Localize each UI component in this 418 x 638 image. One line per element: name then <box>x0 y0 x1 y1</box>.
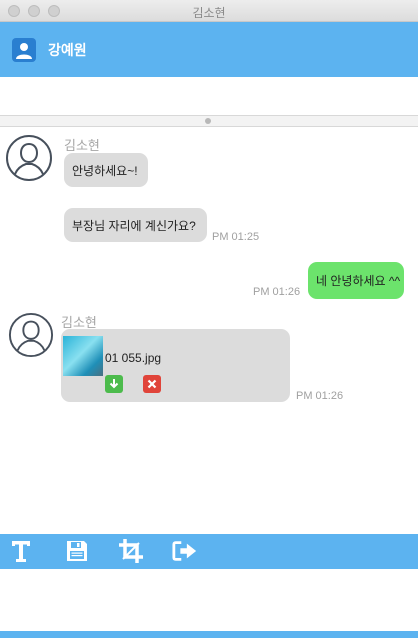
text-format-icon <box>12 541 30 562</box>
splitter-grip[interactable] <box>205 118 211 124</box>
my-message-bubble[interactable]: 네 안녕하세요 ^^ <box>308 262 404 299</box>
message-bubble[interactable]: 부장님 자리에 계신가요? <box>64 208 207 242</box>
exit-button[interactable] <box>172 538 198 564</box>
notice-area <box>0 77 418 116</box>
reject-icon <box>147 379 157 389</box>
download-button[interactable] <box>105 375 123 393</box>
file-attachment-card[interactable]: 01 055.jpg <box>61 329 290 402</box>
message-timestamp: PM 01:26 <box>296 390 344 402</box>
crop-icon <box>119 539 143 563</box>
image-thumbnail[interactable] <box>63 336 103 376</box>
reject-button[interactable] <box>143 375 161 393</box>
chat-history[interactable]: 김소현 안녕하세요~! 부장님 자리에 계신가요? PM 01:25 네 안녕하… <box>0 127 418 534</box>
chat-header: 강예원 <box>0 22 418 77</box>
contact-name: 강예원 <box>48 42 87 58</box>
sender-avatar-icon <box>8 312 54 363</box>
file-name: 01 055.jpg <box>105 351 162 365</box>
download-icon <box>109 379 119 389</box>
window-titlebar: 김소현 <box>0 0 418 22</box>
save-icon <box>67 541 87 561</box>
window-title: 김소현 <box>192 6 226 20</box>
crop-button[interactable] <box>118 538 144 564</box>
composer-toolbar <box>0 534 418 569</box>
text-format-button[interactable] <box>8 538 34 564</box>
pane-splitter[interactable] <box>0 116 418 127</box>
message-input[interactable] <box>0 569 418 631</box>
user-icon <box>12 38 36 62</box>
sender-avatar-icon <box>5 134 53 187</box>
message-timestamp: PM 01:26 <box>253 286 301 298</box>
sender-name: 김소현 <box>64 138 100 153</box>
exit-icon <box>172 541 197 561</box>
message-bubble[interactable]: 안녕하세요~! <box>64 153 148 187</box>
bottom-border <box>0 631 418 638</box>
save-button[interactable] <box>64 538 90 564</box>
message-timestamp: PM 01:25 <box>212 231 260 243</box>
